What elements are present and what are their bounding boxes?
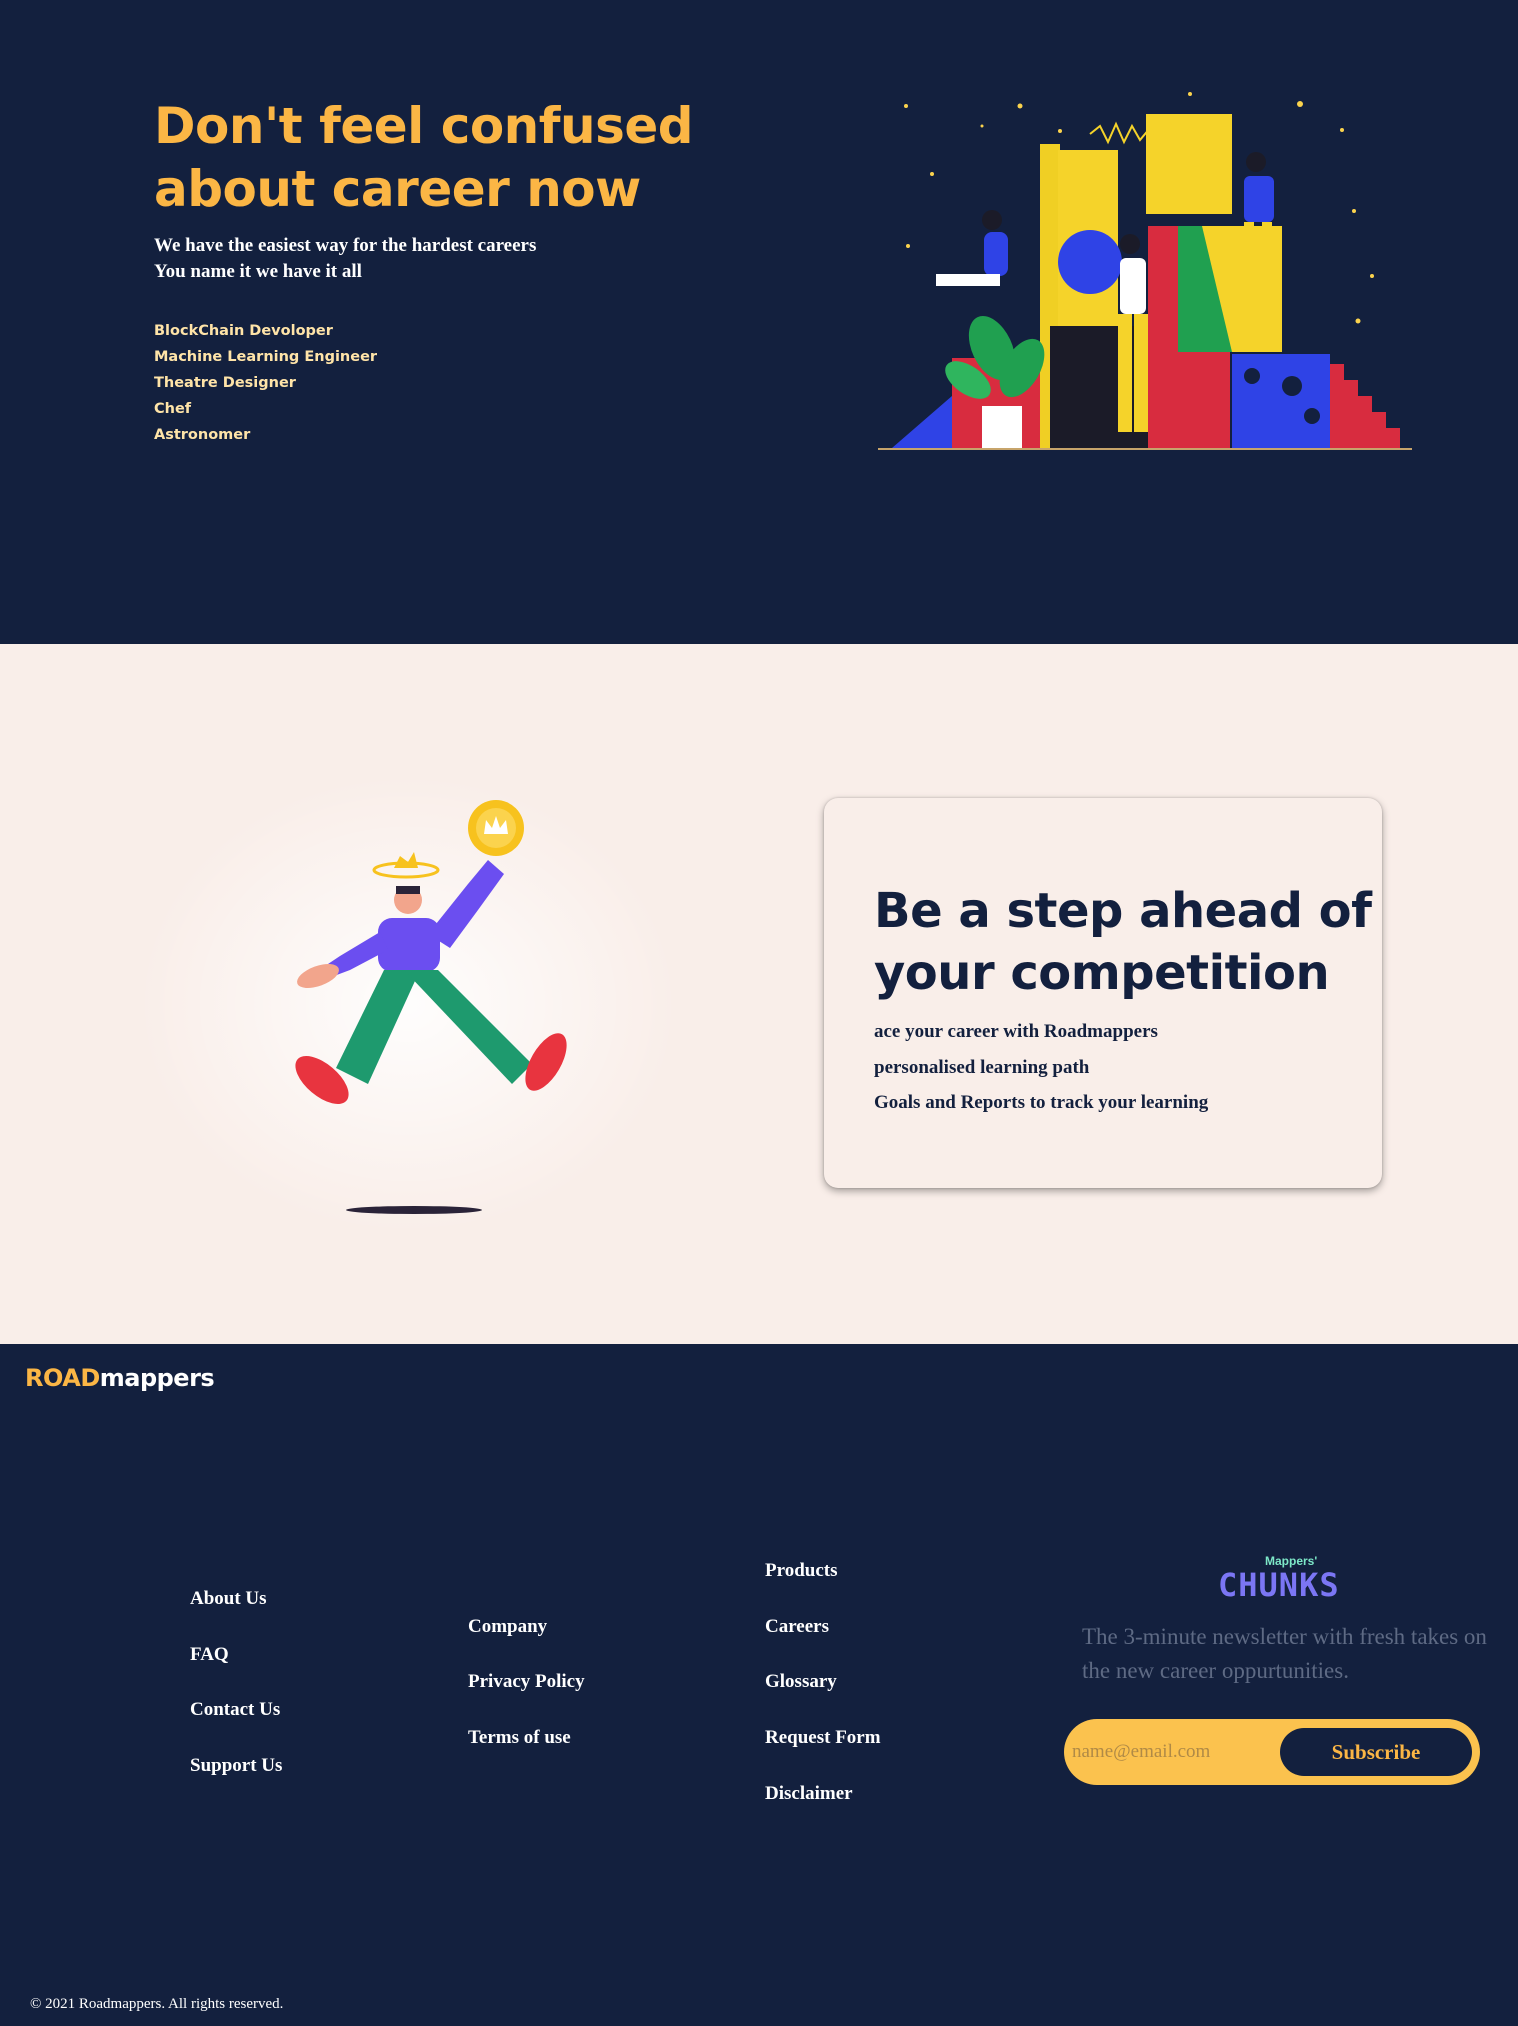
logo-road: ROAD bbox=[25, 1364, 100, 1392]
footer-link-disclaimer[interactable]: Disclaimer bbox=[765, 1783, 853, 1805]
feature-item: personalised learning path bbox=[874, 1056, 1090, 1078]
subscribe-button[interactable]: Subscribe bbox=[1280, 1728, 1472, 1776]
feature-item: Goals and Reports to track your learning bbox=[874, 1092, 1209, 1113]
newsletter-name: CHUNKS bbox=[1218, 1566, 1340, 1604]
career-item[interactable]: Machine Learning Engineer bbox=[154, 344, 377, 370]
footer-link-contact-us[interactable]: Contact Us bbox=[190, 1699, 280, 1721]
career-item[interactable]: Astronomer bbox=[154, 422, 377, 448]
hero-subtitle-line: We have the easiest way for the hardest … bbox=[154, 235, 537, 256]
footer-link-about-us[interactable]: About Us bbox=[190, 1588, 267, 1610]
footer-link-privacy-policy[interactable]: Privacy Policy bbox=[468, 1671, 585, 1693]
feature-item: ace your career with Roadmappers bbox=[874, 1021, 1158, 1042]
logo-mappers: mappers bbox=[99, 1364, 215, 1392]
footer-link-faq[interactable]: FAQ bbox=[190, 1644, 229, 1666]
newsletter-description: The 3-minute newsletter with fresh takes… bbox=[1082, 1624, 1487, 1683]
career-item[interactable]: Chef bbox=[154, 396, 377, 422]
hero-section: Don't feel confused about career now We … bbox=[0, 0, 1518, 644]
footer-link-careers[interactable]: Careers bbox=[765, 1616, 829, 1638]
career-item[interactable]: Theatre Designer bbox=[154, 370, 377, 396]
hero-subtitle-line: You name it we have it all bbox=[154, 261, 362, 282]
copyright-text: © 2021 Roadmappers. All rights reserved. bbox=[30, 1996, 284, 2012]
career-list: BlockChain Devoloper Machine Learning En… bbox=[154, 318, 377, 448]
jumping-man-illustration bbox=[138, 774, 678, 1234]
competition-card: Be a step ahead of your competition ace … bbox=[824, 798, 1382, 1188]
hero-title: Don't feel confused about career now bbox=[154, 97, 694, 218]
subscribe-form: Subscribe bbox=[1064, 1719, 1480, 1785]
step-ahead-section: Be a step ahead of your competition ace … bbox=[0, 644, 1518, 1344]
hero-subtitle: We have the easiest way for the hardest … bbox=[154, 233, 536, 285]
footer-link-glossary[interactable]: Glossary bbox=[765, 1671, 837, 1693]
people-building-illustration bbox=[878, 92, 1412, 450]
footer-link-support-us[interactable]: Support Us bbox=[190, 1755, 282, 1777]
footer-link-request-form[interactable]: Request Form bbox=[765, 1727, 881, 1749]
footer: ROADmappers About Us FAQ Contact Us Supp… bbox=[0, 1344, 1518, 2026]
feature-list: ace your career with Roadmappers persona… bbox=[874, 1014, 1208, 1121]
card-title: Be a step ahead of your competition bbox=[874, 883, 1372, 1001]
footer-link-terms-of-use[interactable]: Terms of use bbox=[468, 1727, 571, 1749]
roadmappers-logo[interactable]: ROADmappers bbox=[25, 1364, 215, 1392]
career-item[interactable]: BlockChain Devoloper bbox=[154, 318, 377, 344]
footer-link-company[interactable]: Company bbox=[468, 1616, 547, 1638]
footer-link-products[interactable]: Products bbox=[765, 1560, 837, 1582]
